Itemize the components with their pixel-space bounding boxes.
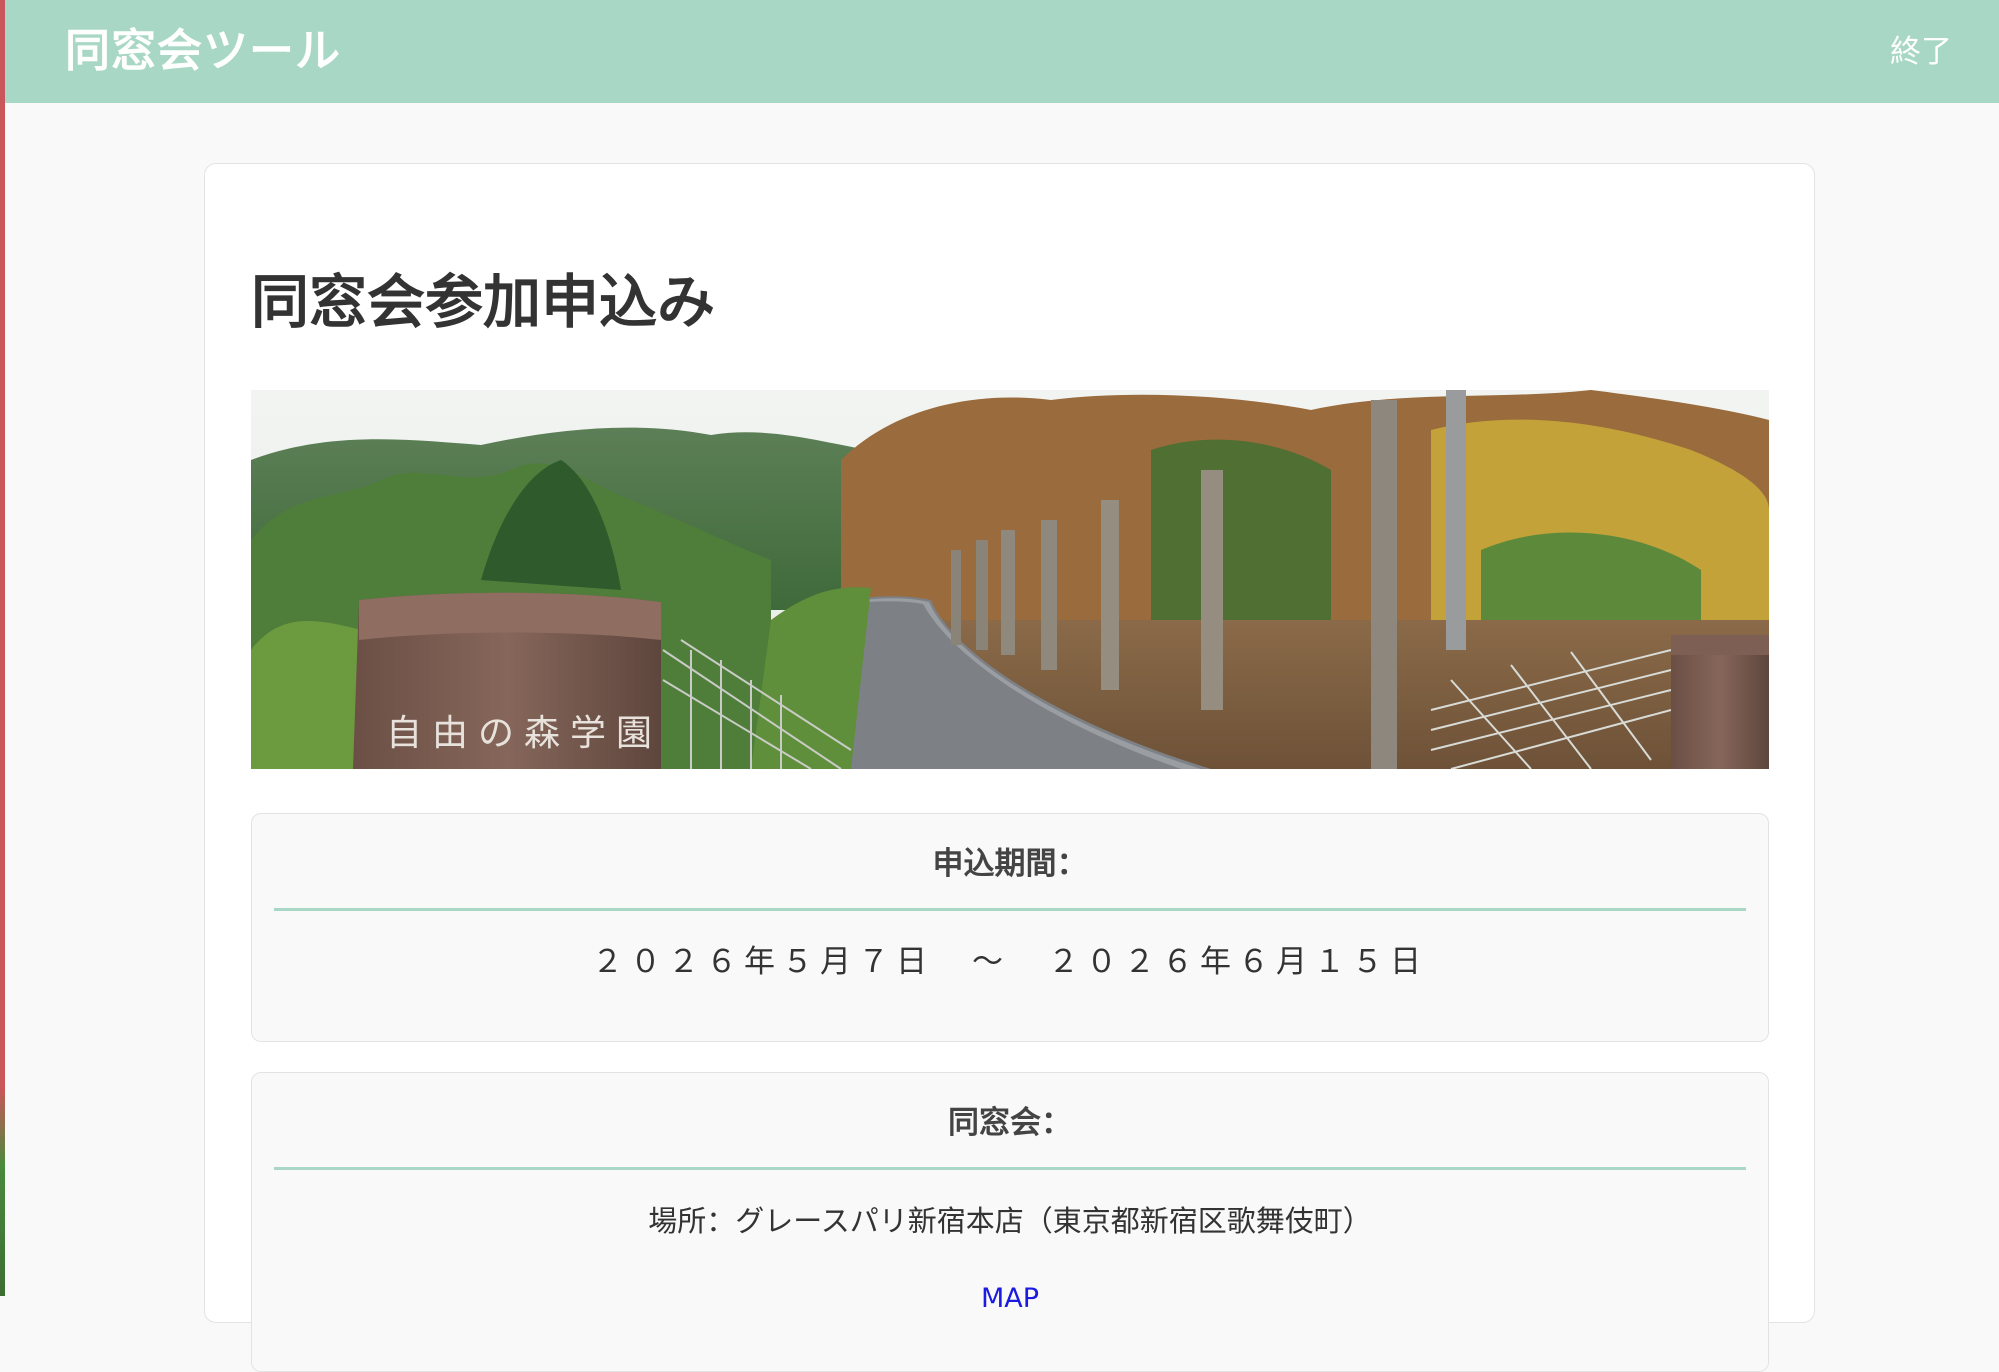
application-period-value: ２０２６年５月７日 ～ ２０２６年６月１５日 (592, 944, 1428, 980)
reunion-place: 場所：グレースパリ新宿本店（東京都新宿区歌舞伎町） (648, 1204, 1372, 1238)
app-header: 同窓会ツール 終了 (5, 0, 1999, 103)
application-period-heading: 申込期間： (932, 846, 1088, 882)
app-title: 同窓会ツール (65, 24, 342, 77)
divider (274, 908, 1746, 911)
window-edge (0, 0, 5, 1296)
main-card: 同窓会参加申込み 自由の森学園 申込期間： ２０２６年５月７日 ～ ２０２６年６… (204, 163, 1815, 1372)
divider (274, 1167, 1746, 1170)
reunion-info-box: 同窓会： 場所：グレースパリ新宿本店（東京都新宿区歌舞伎町） MAP (251, 1072, 1769, 1372)
reunion-heading: 同窓会： (948, 1105, 1072, 1141)
page-title: 同窓会参加申込み (251, 268, 716, 336)
exit-button[interactable]: 終了 (1890, 32, 1952, 72)
campus-gate-photo: 自由の森学園 (251, 390, 1769, 769)
application-period-box: 申込期間： ２０２６年５月７日 ～ ２０２６年６月１５日 (251, 813, 1769, 1042)
banner-image: 自由の森学園 (251, 390, 1769, 769)
gate-sign-text: 自由の森学園 (386, 713, 662, 754)
map-link[interactable]: MAP (252, 1281, 1768, 1317)
